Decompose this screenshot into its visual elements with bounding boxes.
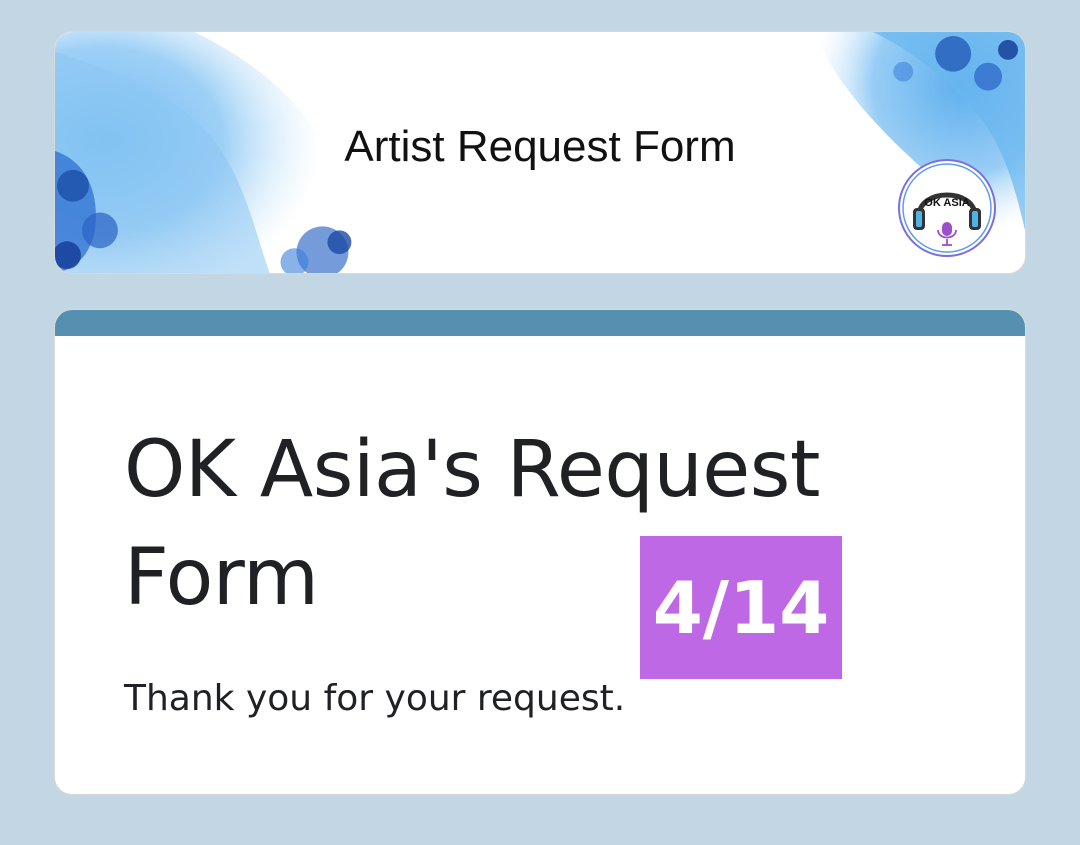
- logo-text: OK ASIA: [924, 197, 969, 209]
- card-accent-bar: [55, 310, 1025, 336]
- ok-asia-logo: OK ASIA: [898, 159, 996, 257]
- form-header-card: OK Asia's Request Form 4/14 Thank you fo…: [54, 309, 1026, 795]
- banner-title: Artist Request Form: [344, 122, 736, 171]
- date-badge: 4/14: [640, 536, 842, 679]
- header-banner: Artist Request Form OK ASIA: [54, 31, 1026, 274]
- confirmation-message: Thank you for your request.: [124, 678, 626, 719]
